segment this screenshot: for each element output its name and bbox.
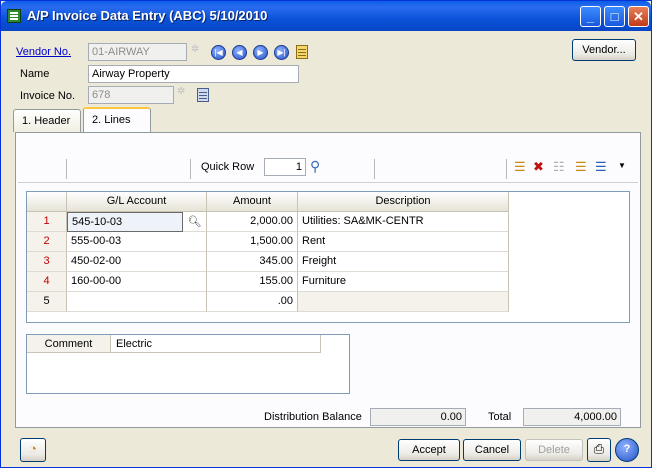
invoice-no-field[interactable]: 678	[88, 86, 174, 104]
accept-button[interactable]: Accept	[398, 439, 460, 461]
nav-first-icon[interactable]: |◀	[211, 45, 226, 60]
separator	[506, 159, 507, 179]
row-number[interactable]: 4	[27, 272, 67, 292]
memo-icon[interactable]	[296, 45, 308, 59]
cancel-button[interactable]: Cancel	[463, 439, 521, 461]
clear-row-icon: ☷	[553, 159, 565, 174]
distribution-balance-field: 0.00	[370, 408, 466, 426]
row-number[interactable]: 5	[27, 292, 67, 312]
comment-label: Comment	[27, 335, 111, 353]
separator	[190, 159, 191, 179]
print-button[interactable]: ⎙	[587, 438, 611, 462]
lines-toolbar: Quick Row 1 ⚲ ☰ ✖ ☷ ☰ ☰ ▼	[18, 153, 638, 183]
row-header-corner	[27, 192, 67, 212]
table-row[interactable]: 2 555-00-03 1,500.00 Rent	[27, 232, 509, 252]
minimize-button[interactable]: _	[580, 6, 601, 27]
insert-row-icon[interactable]: ☰	[514, 159, 526, 175]
separator	[374, 159, 375, 179]
description-cell[interactable]: Freight	[298, 252, 509, 272]
amount-cell[interactable]: 345.00	[207, 252, 298, 272]
tab-lines[interactable]: 2. Lines	[83, 107, 151, 133]
window: A/P Invoice Data Entry (ABC) 5/10/2010 _…	[0, 0, 652, 468]
table-row[interactable]: 5 .00	[27, 292, 509, 312]
delete-row-icon[interactable]: ✖	[533, 159, 544, 175]
gl-account-cell[interactable]: 545-10-03	[67, 212, 183, 232]
description-cell[interactable]: Utilities: SA&MK-CENTR	[298, 212, 509, 232]
description-cell[interactable]	[298, 292, 509, 312]
comment-box: Comment Electric	[26, 334, 350, 394]
app-icon	[7, 9, 21, 23]
nav-last-icon[interactable]: ▶|	[274, 45, 289, 60]
dropdown-arrow-icon[interactable]: ▼	[618, 161, 626, 170]
total-label: Total	[488, 411, 512, 423]
description-cell[interactable]: Furniture	[298, 272, 509, 292]
column-header[interactable]: G/L Account	[67, 192, 207, 212]
comment-field[interactable]: Electric	[111, 335, 321, 353]
title-bar[interactable]: A/P Invoice Data Entry (ABC) 5/10/2010 _…	[1, 1, 651, 31]
lines-panel: Quick Row 1 ⚲ ☰ ✖ ☷ ☰ ☰ ▼ G/L Account Am…	[15, 132, 641, 428]
maximize-button[interactable]: □	[604, 6, 625, 27]
distribution-balance-label: Distribution Balance	[264, 411, 362, 423]
amount-cell[interactable]: 2,000.00	[207, 212, 298, 232]
column-header[interactable]: Description	[298, 192, 509, 212]
table-row[interactable]: 1 545-10-03 🔍︎ 2,000.00 Utilities: SA&MK…	[27, 212, 509, 232]
table-row[interactable]: 4 160-00-00 155.00 Furniture	[27, 272, 509, 292]
help-wizard-button[interactable]: ◔	[20, 438, 46, 462]
name-field[interactable]: Airway Property	[88, 65, 299, 83]
name-label: Name	[20, 68, 50, 80]
question-icon: ?	[623, 443, 631, 455]
row-number[interactable]: 3	[27, 252, 67, 272]
gl-account-cell[interactable]: 555-00-03	[67, 232, 207, 252]
vendor-no-field[interactable]: 01-AIRWAY	[88, 43, 187, 61]
table-row[interactable]: 3 450-02-00 345.00 Freight	[27, 252, 509, 272]
amount-cell[interactable]: 1,500.00	[207, 232, 298, 252]
row-number[interactable]: 1	[27, 212, 67, 232]
lines-grid: G/L Account Amount Description 1 545-10-…	[26, 191, 630, 323]
gl-account-cell[interactable]: 160-00-00	[67, 272, 207, 292]
invoice-no-label: Invoice No.	[20, 90, 76, 102]
copy-row-icon[interactable]: ☰	[575, 159, 587, 175]
find-row-icon[interactable]: ⚲	[310, 158, 320, 175]
gl-account-cell[interactable]	[67, 292, 207, 312]
invoice-memo-icon[interactable]	[197, 88, 209, 102]
invoice-lookup-icon[interactable]: ✲	[177, 86, 185, 97]
help-button[interactable]: ?	[615, 438, 639, 462]
gl-account-cell[interactable]: 450-02-00	[67, 252, 207, 272]
column-header[interactable]: Amount	[207, 192, 298, 212]
close-button[interactable]: ✕	[628, 6, 649, 27]
lookup-icon[interactable]: ✲	[191, 44, 199, 55]
row-number[interactable]: 2	[27, 232, 67, 252]
separator	[66, 159, 67, 179]
total-field: 4,000.00	[523, 408, 621, 426]
quick-row-label: Quick Row	[201, 161, 255, 173]
vendor-no-link[interactable]: Vendor No.	[16, 46, 71, 58]
nav-prev-icon[interactable]: ◀	[232, 45, 247, 60]
vendor-button[interactable]: Vendor...	[572, 39, 636, 61]
window-title: A/P Invoice Data Entry (ABC) 5/10/2010	[27, 8, 268, 23]
amount-cell[interactable]: .00	[207, 292, 298, 312]
description-cell[interactable]: Rent	[298, 232, 509, 252]
delete-button: Delete	[525, 439, 583, 461]
account-lookup-icon[interactable]: 🔍︎	[183, 212, 207, 232]
printer-icon: ⎙	[593, 441, 605, 456]
nav-next-icon[interactable]: ▶	[253, 45, 268, 60]
quick-row-input[interactable]: 1	[264, 158, 306, 176]
grid-options-icon[interactable]: ☰	[595, 159, 607, 175]
amount-cell[interactable]: 155.00	[207, 272, 298, 292]
tab-header[interactable]: 1. Header	[13, 109, 81, 132]
wizard-icon: ◔	[29, 441, 37, 456]
